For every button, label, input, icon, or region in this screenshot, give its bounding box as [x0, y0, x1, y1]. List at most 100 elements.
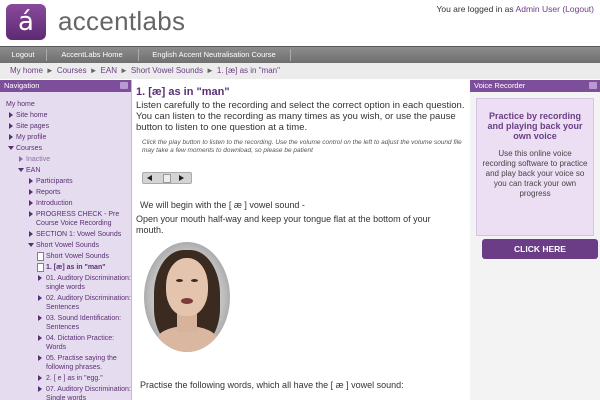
nav-item-e-as-in-egg[interactable]: 2. [ e ] as in "egg."	[0, 374, 131, 383]
nav-item-label[interactable]: Participants	[36, 178, 73, 185]
expand-icon[interactable]	[38, 375, 42, 381]
logout-link[interactable]: (Logout)	[562, 4, 594, 14]
nav-item-label[interactable]: EAN	[26, 167, 40, 174]
expand-icon[interactable]	[38, 295, 42, 301]
block-collapse-icon[interactable]	[120, 82, 128, 89]
breadcrumb-separator: ►	[120, 66, 128, 75]
expand-icon[interactable]	[38, 275, 42, 281]
instructions-text: Listen carefully to the recording and se…	[136, 100, 465, 133]
nav-item-auditory-sentences[interactable]: 02. Auditory Discrimination: Sentences	[0, 294, 131, 312]
nav-item-label[interactable]: My profile	[16, 134, 46, 141]
nav-item-ean[interactable]: EAN	[0, 166, 131, 175]
rewind-icon[interactable]	[147, 175, 152, 181]
nav-item-dictation[interactable]: 04. Dictation Practice: Words	[0, 334, 131, 352]
nav-item-my-profile[interactable]: My profile	[0, 133, 131, 142]
nav-item-inactive[interactable]: Inactive	[0, 155, 131, 164]
speaker-portrait-image	[144, 242, 230, 352]
play-icon[interactable]	[179, 175, 184, 181]
nav-item-sound-identification[interactable]: 03. Sound Identification: Sentences	[0, 314, 131, 332]
nav-item-participants[interactable]: Participants	[0, 177, 131, 186]
nav-item-my-home[interactable]: My home	[0, 100, 131, 109]
voice-recorder-header: Voice Recorder	[470, 80, 600, 92]
page-icon	[37, 263, 44, 272]
recorder-heading: Practice by recording and playing back y…	[487, 111, 583, 141]
nav-item-label[interactable]: 07. Auditory Discrimination: Single word…	[46, 386, 131, 400]
expand-icon[interactable]	[29, 231, 33, 237]
nav-item-label[interactable]: 05. Practise saying the following phrase…	[46, 355, 117, 371]
collapse-icon[interactable]	[8, 146, 14, 150]
nav-item-label[interactable]: Inactive	[26, 156, 50, 163]
nav-item-label[interactable]: Introduction	[36, 200, 73, 207]
nav-item-courses[interactable]: Courses	[0, 144, 131, 153]
nav-item-label[interactable]: Short Vowel Sounds	[46, 253, 109, 260]
breadcrumb-current: 1. [æ] as in "man"	[216, 66, 280, 75]
nav-item-label[interactable]: Site pages	[16, 123, 49, 130]
nav-item-label[interactable]: Reports	[36, 189, 61, 196]
expand-icon[interactable]	[38, 335, 42, 341]
nav-item-label[interactable]: SECTION 1: Vowel Sounds	[36, 231, 121, 238]
site-header: á accentlabs You are logged in as Admin …	[0, 0, 600, 46]
breadcrumb-separator: ►	[45, 66, 54, 75]
breadcrumb-short-vowel-sounds[interactable]: Short Vowel Sounds	[131, 66, 203, 75]
nav-accentlabs-home[interactable]: AccentLabs Home	[52, 47, 132, 63]
expand-icon[interactable]	[9, 123, 13, 129]
logo-icon[interactable]: á	[6, 4, 46, 40]
breadcrumb-courses[interactable]: Courses	[57, 66, 87, 75]
login-info: You are logged in as Admin User (Logout)	[436, 4, 594, 14]
expand-icon[interactable]	[29, 189, 33, 195]
nav-item-label[interactable]: Courses	[16, 145, 42, 152]
top-nav-bar: Logout AccentLabs Home English Accent Ne…	[0, 46, 600, 63]
breadcrumb-my-home[interactable]: My home	[10, 66, 43, 75]
breadcrumb-separator: ►	[89, 66, 98, 75]
nav-item-label[interactable]: 03. Sound Identification: Sentences	[46, 315, 121, 331]
nav-item-label[interactable]: 01. Auditory Discrimination: single word…	[46, 275, 131, 291]
nav-logout[interactable]: Logout	[6, 47, 40, 63]
nav-item-label[interactable]: PROGRESS CHECK - Pre Course Voice Record…	[36, 211, 119, 227]
nav-item-introduction[interactable]: Introduction	[0, 199, 131, 208]
collapse-icon[interactable]	[28, 243, 34, 247]
expand-icon[interactable]	[19, 156, 23, 162]
nav-item-label[interactable]: 02. Auditory Discrimination: Sentences	[46, 295, 131, 311]
expand-icon[interactable]	[9, 134, 13, 140]
nav-item-label[interactable]: 04. Dictation Practice: Words	[46, 335, 114, 351]
nav-item-auditory-single-2[interactable]: 07. Auditory Discrimination: Single word…	[0, 385, 131, 400]
voice-recorder-title: Voice Recorder	[474, 81, 526, 90]
navigation-title: Navigation	[4, 81, 40, 90]
breadcrumb-ean[interactable]: EAN	[101, 66, 117, 75]
voice-recorder-panel: Practice by recording and playing back y…	[476, 98, 598, 259]
nav-course[interactable]: English Accent Neutralisation Course	[144, 47, 284, 63]
nav-item-section-1[interactable]: SECTION 1: Vowel Sounds	[0, 230, 131, 239]
nav-item-label[interactable]: Short Vowel Sounds	[36, 242, 99, 249]
nav-item-label[interactable]: 1. [æ] as in "man"	[46, 264, 106, 271]
nav-separator	[138, 49, 139, 61]
begin-text: We will begin with the [ æ ] vowel sound…	[140, 200, 305, 210]
nav-item-label[interactable]: 2. [ e ] as in "egg."	[46, 375, 103, 382]
practise-text: Practise the following words, which all …	[140, 380, 404, 390]
nav-item-site-pages[interactable]: Site pages	[0, 122, 131, 131]
user-profile-link[interactable]: Admin User	[516, 4, 560, 14]
block-collapse-icon[interactable]	[589, 82, 597, 89]
nav-item-auditory-single[interactable]: 01. Auditory Discrimination: single word…	[0, 274, 131, 292]
nav-item-practise-phrases[interactable]: 05. Practise saying the following phrase…	[0, 354, 131, 372]
nav-item-label[interactable]: My home	[6, 101, 35, 108]
expand-icon[interactable]	[29, 211, 33, 217]
volume-slider[interactable]	[163, 174, 171, 183]
nav-item-short-vowel-sounds[interactable]: Short Vowel Sounds	[0, 241, 131, 250]
nav-item-site-home[interactable]: Site home	[0, 111, 131, 120]
collapse-icon[interactable]	[18, 168, 24, 172]
bullet-icon	[9, 112, 13, 118]
expand-icon[interactable]	[29, 200, 33, 206]
nav-item-reports[interactable]: Reports	[0, 188, 131, 197]
nav-item-short-vowel-sounds-page[interactable]: Short Vowel Sounds	[0, 252, 131, 261]
audio-player[interactable]	[142, 172, 192, 184]
expand-icon[interactable]	[38, 386, 42, 392]
expand-icon[interactable]	[29, 178, 33, 184]
site-logo-text[interactable]: accentlabs	[58, 6, 185, 37]
nav-item-progress-check[interactable]: PROGRESS CHECK - Pre Course Voice Record…	[0, 210, 131, 228]
nav-item-current-page[interactable]: 1. [æ] as in "man"	[0, 263, 131, 272]
nav-item-label[interactable]: Site home	[16, 112, 48, 119]
expand-icon[interactable]	[38, 355, 42, 361]
breadcrumb: My home ► Courses ► EAN ► Short Vowel Sounds ► 1…	[0, 63, 600, 79]
click-here-button[interactable]: CLICK HERE	[482, 239, 598, 259]
expand-icon[interactable]	[38, 315, 42, 321]
